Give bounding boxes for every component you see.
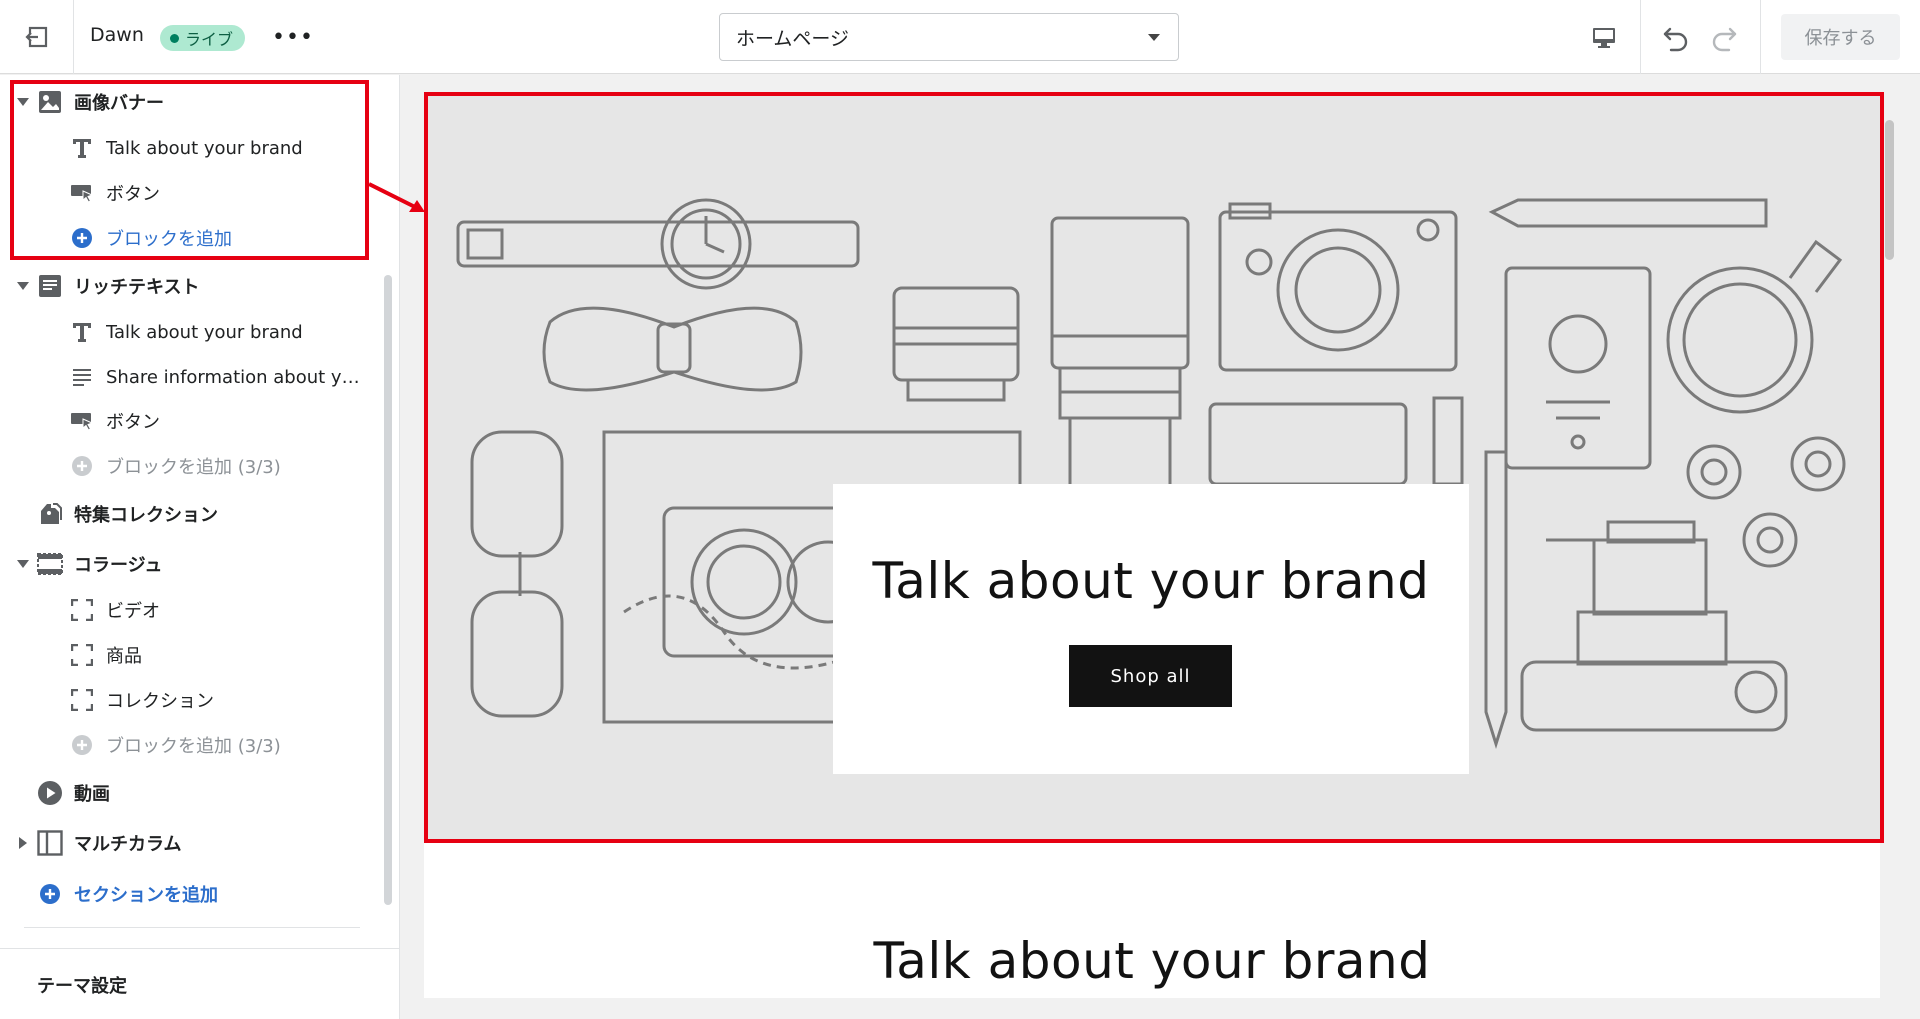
section-label: 特集コレクション	[74, 505, 218, 526]
plus-circle-icon	[68, 452, 96, 480]
section-multicolumn[interactable]: マルチカラム	[0, 821, 380, 865]
block-collection[interactable]: コレクション	[0, 678, 380, 722]
block-label: 商品	[106, 646, 142, 667]
top-bar: Dawn ライブ ••• ホームページ 保存する	[0, 0, 1920, 74]
toolbar-divider	[1760, 0, 1761, 74]
add-block-button-disabled: ブロックを追加 (3/3)	[0, 723, 380, 767]
live-status-badge: ライブ	[160, 25, 246, 51]
chevron-down-icon[interactable]	[16, 279, 30, 293]
redo-icon	[1712, 27, 1737, 52]
highlight-box-sidebar	[10, 80, 369, 260]
more-actions-button[interactable]: •••	[272, 22, 313, 52]
page-selector[interactable]: ホームページ	[719, 13, 1179, 61]
preview-scrollbar[interactable]	[1885, 120, 1894, 260]
chevron-right-icon[interactable]	[16, 836, 30, 850]
live-dot-icon	[170, 33, 179, 43]
block-video[interactable]: ビデオ	[0, 588, 380, 632]
text-block-icon	[36, 272, 64, 300]
paragraph-icon	[68, 363, 96, 391]
section-label: マルチカラム	[74, 834, 182, 855]
undo-icon	[1663, 27, 1688, 52]
placeholder-frame-icon	[68, 641, 96, 669]
divider	[24, 927, 360, 928]
exit-editor-button[interactable]	[0, 0, 74, 74]
theme-settings-button[interactable]: テーマ設定	[37, 972, 127, 998]
caret-down-icon	[1148, 34, 1160, 41]
undo-button[interactable]	[1656, 18, 1696, 58]
block-label: ビデオ	[106, 601, 160, 622]
desktop-preview-button[interactable]	[1586, 20, 1622, 56]
page-selector-value: ホームページ	[736, 27, 850, 50]
plus-circle-icon	[36, 880, 64, 908]
arrow-icon	[368, 182, 425, 212]
exit-icon	[24, 26, 47, 48]
save-button[interactable]: 保存する	[1781, 14, 1900, 60]
section-collage[interactable]: コラージュ	[0, 542, 380, 586]
section-rich-text[interactable]: リッチテキスト	[0, 264, 380, 308]
desktop-icon	[1593, 28, 1615, 48]
block-text[interactable]: Share information about you...	[0, 355, 380, 399]
live-badge-label: ライブ	[185, 30, 234, 49]
chevron-down-icon[interactable]	[16, 557, 30, 571]
divider	[0, 948, 400, 949]
block-label: コレクション	[106, 691, 214, 712]
toolbar-divider	[1640, 0, 1641, 74]
text-icon	[68, 318, 96, 346]
columns-icon	[36, 829, 64, 857]
block-label: Share information about you...	[106, 366, 368, 388]
block-label: Talk about your brand	[106, 321, 303, 343]
play-icon	[36, 779, 64, 807]
block-product[interactable]: 商品	[0, 633, 380, 677]
placeholder-frame-icon	[68, 596, 96, 624]
collage-icon	[36, 550, 64, 578]
add-block-label: ブロックを追加 (3/3)	[106, 736, 281, 757]
add-section-label: セクションを追加	[74, 885, 218, 906]
section-label: 動画	[74, 784, 110, 805]
sidebar-scrollbar[interactable]	[384, 275, 392, 905]
button-icon	[68, 407, 96, 435]
section-label: コラージュ	[74, 555, 163, 576]
add-block-label: ブロックを追加 (3/3)	[106, 457, 281, 478]
block-button[interactable]: ボタン	[0, 399, 380, 443]
block-heading[interactable]: Talk about your brand	[0, 310, 380, 354]
section-label: リッチテキスト	[74, 277, 200, 298]
highlight-box-preview	[424, 92, 1884, 843]
collection-tag-icon	[36, 500, 64, 528]
plus-circle-icon	[68, 731, 96, 759]
add-section-button[interactable]: セクションを追加	[0, 872, 380, 916]
theme-name: Dawn	[90, 24, 144, 46]
section-video[interactable]: 動画	[0, 771, 380, 815]
add-block-button-disabled: ブロックを追加 (3/3)	[0, 444, 380, 488]
rich-text-heading: Talk about your brand	[873, 932, 1431, 990]
redo-button[interactable]	[1704, 18, 1744, 58]
section-featured-collection[interactable]: 特集コレクション	[0, 492, 380, 536]
block-label: ボタン	[106, 412, 160, 433]
placeholder-frame-icon	[68, 686, 96, 714]
